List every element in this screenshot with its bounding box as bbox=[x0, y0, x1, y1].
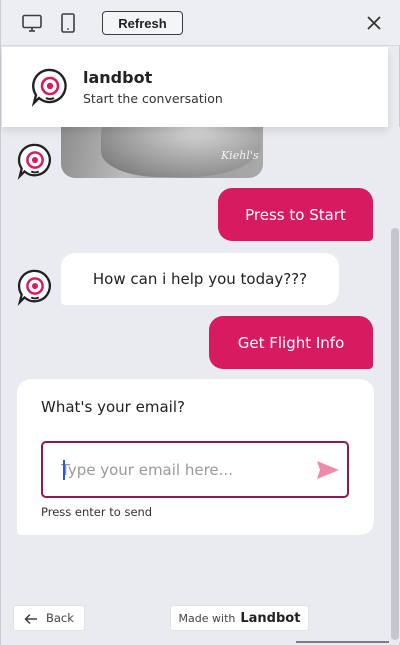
landbot-brand-text: Landbot bbox=[240, 610, 301, 626]
image-brand-text: Kiehl's bbox=[221, 149, 259, 162]
desktop-monitor-icon[interactable] bbox=[21, 12, 43, 34]
bot-avatar-icon bbox=[16, 268, 54, 306]
arrow-left-icon bbox=[24, 612, 38, 624]
scrollbar-thumb[interactable] bbox=[391, 228, 399, 640]
close-x-icon[interactable] bbox=[363, 12, 385, 34]
bot-message: How can i help you today??? bbox=[61, 253, 339, 305]
top-toolbar: Refresh bbox=[1, 0, 400, 46]
landbot-logo-icon bbox=[30, 67, 70, 107]
image-message[interactable]: Kiehl's bbox=[61, 127, 263, 178]
made-with-label: Made with bbox=[178, 611, 236, 625]
bot-avatar-icon bbox=[16, 142, 54, 180]
chat-footer: Back Made with Landbot bbox=[2, 593, 388, 642]
email-input-box[interactable] bbox=[41, 441, 349, 498]
text-caret bbox=[63, 460, 65, 480]
header-subtitle: Start the conversation bbox=[83, 91, 223, 106]
made-with-landbot-link[interactable]: Made with Landbot bbox=[170, 605, 309, 631]
back-label: Back bbox=[46, 611, 74, 625]
refresh-button[interactable]: Refresh bbox=[102, 11, 183, 35]
back-button[interactable]: Back bbox=[13, 605, 85, 631]
email-field[interactable] bbox=[61, 457, 311, 483]
bottom-divider bbox=[296, 641, 389, 643]
chat-messages-area[interactable]: Kiehl's Press to Start How can i help yo… bbox=[2, 127, 388, 593]
chat-widget-frame: Refresh landbot Start the conversation K… bbox=[0, 0, 400, 645]
user-message: Get Flight Info bbox=[209, 316, 373, 369]
chat-header: landbot Start the conversation bbox=[2, 47, 388, 127]
send-arrow-icon[interactable] bbox=[315, 459, 341, 481]
email-question-card: What's your email? Press enter to send bbox=[17, 379, 374, 535]
email-hint: Press enter to send bbox=[41, 505, 153, 519]
header-title: landbot bbox=[83, 68, 153, 87]
user-message: Press to Start bbox=[218, 188, 373, 241]
mobile-phone-icon[interactable] bbox=[57, 12, 79, 34]
email-question: What's your email? bbox=[41, 398, 185, 416]
